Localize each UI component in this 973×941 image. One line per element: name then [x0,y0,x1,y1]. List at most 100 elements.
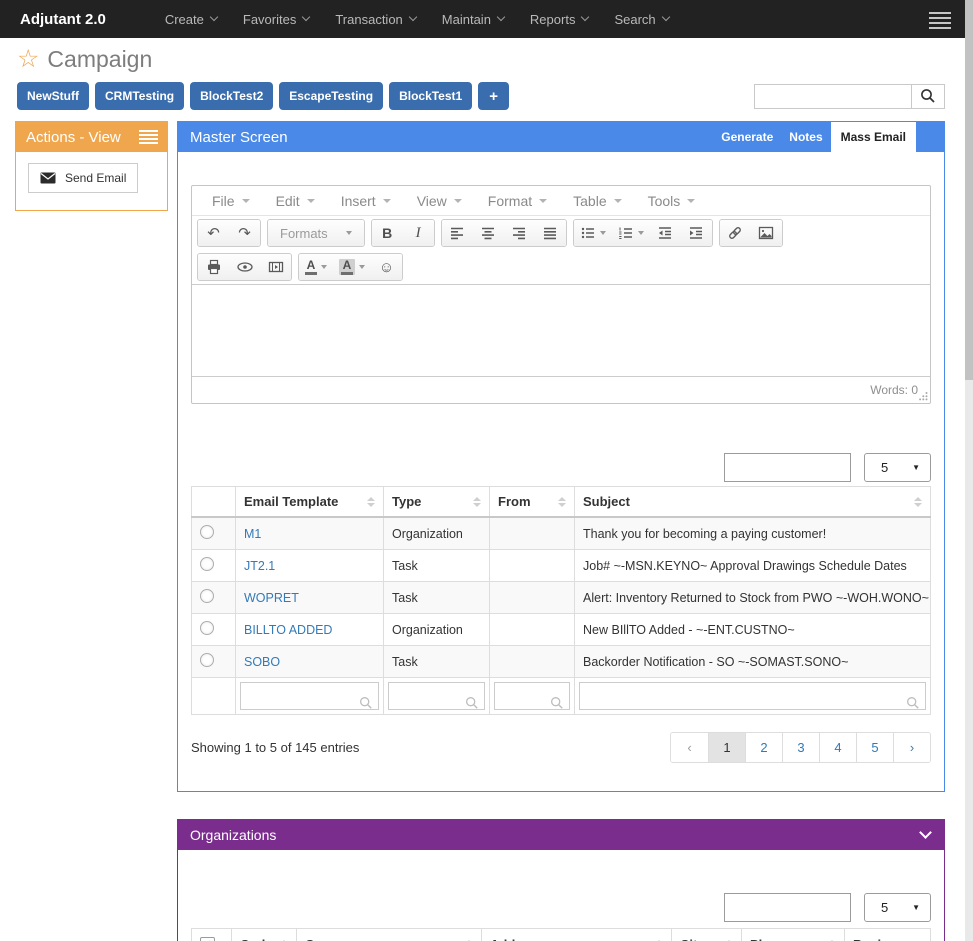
preview-button[interactable] [229,254,260,280]
page-2-button[interactable]: 2 [745,733,782,762]
row-radio[interactable] [200,525,214,539]
editor-content-area[interactable] [192,284,930,376]
redo-button[interactable]: ↷ [229,220,260,246]
tab-escapetesting[interactable]: EscapeTesting [279,82,383,110]
organizations-search-input[interactable] [724,893,851,922]
editor-menu-file[interactable]: File [199,193,263,209]
search-icon [550,696,564,710]
select-all-checkbox[interactable]: ✓ [200,937,215,941]
text-color-button[interactable]: A [299,254,333,280]
col-address[interactable]: Address [482,929,672,941]
media-button[interactable] [260,254,291,280]
menu-maintain[interactable]: Maintain [429,0,517,38]
col-city[interactable]: City [672,929,742,941]
template-link[interactable]: M1 [244,527,261,541]
page-1-button[interactable]: 1 [708,733,745,762]
page-5-button[interactable]: 5 [856,733,893,762]
insert-image-button[interactable] [751,220,782,246]
scrollbar-thumb[interactable] [965,0,973,380]
page-scrollbar[interactable] [965,0,973,941]
align-center-icon [480,225,496,241]
align-right-button[interactable] [504,220,535,246]
print-button[interactable] [198,254,229,280]
indent-button[interactable] [681,220,712,246]
page-next-button[interactable]: › [893,733,930,762]
template-link[interactable]: WOPRET [244,591,299,605]
editor-menu-format[interactable]: Format [475,193,560,209]
pagination: ‹ 1 2 3 4 5 › [670,732,931,763]
background-color-button[interactable]: A [333,254,371,280]
outdent-button[interactable] [650,220,681,246]
mass-email-tab[interactable]: Mass Email [831,122,916,152]
global-search-input[interactable] [754,84,912,109]
menu-create[interactable]: Create [152,0,230,38]
tab-blocktest1[interactable]: BlockTest1 [389,82,472,110]
menu-transaction[interactable]: Transaction [322,0,428,38]
bullet-list-icon [580,225,596,241]
page-heading: ☆ Campaign [0,38,973,73]
col-code[interactable]: Code [232,929,297,941]
insert-link-button[interactable] [720,220,751,246]
col-business[interactable]: Busin [845,929,931,941]
tab-crmtesting[interactable]: CRMTesting [95,82,184,110]
table-row: M1 Organization Thank you for becoming a… [192,517,931,550]
resize-grip-icon[interactable] [918,391,928,401]
align-left-button[interactable] [442,220,473,246]
notes-link[interactable]: Notes [781,130,830,144]
col-type[interactable]: Type [384,487,490,518]
actions-panel-title: Actions - View [26,129,121,146]
menu-favorites[interactable]: Favorites [230,0,322,38]
print-icon [206,259,222,275]
hamburger-icon[interactable] [929,12,951,29]
col-from[interactable]: From [490,487,575,518]
add-tab-button[interactable]: + [478,82,509,110]
template-link[interactable]: BILLTO ADDED [244,623,332,637]
row-radio[interactable] [200,557,214,571]
col-phone[interactable]: Phone [742,929,845,941]
align-justify-button[interactable] [535,220,566,246]
organizations-header-row: ✓ Code Company Address City Phone Busin [192,929,931,941]
page-prev-button[interactable]: ‹ [671,733,708,762]
menu-reports[interactable]: Reports [517,0,602,38]
editor-menu-insert[interactable]: Insert [328,193,404,209]
star-icon[interactable]: ☆ [17,47,39,72]
filter-subject-input[interactable] [579,682,926,710]
template-link[interactable]: SOBO [244,655,280,669]
organizations-page-size-select[interactable]: 5 ▼ [864,893,931,922]
email-templates-table: Email Template Type From Subject M1 Orga… [191,486,931,715]
bold-button[interactable]: B [372,220,403,246]
row-radio[interactable] [200,621,214,635]
row-radio[interactable] [200,653,214,667]
main-menu: Create Favorites Transaction Maintain Re… [152,0,682,38]
bullet-list-button[interactable] [574,220,612,246]
generate-link[interactable]: Generate [713,130,781,144]
menu-search[interactable]: Search [601,0,681,38]
col-subject[interactable]: Subject [575,487,931,518]
editor-menu-table[interactable]: Table [560,193,634,209]
tab-newstuff[interactable]: NewStuff [17,82,89,110]
global-search-button[interactable] [911,84,945,109]
undo-button[interactable]: ↶ [198,220,229,246]
formats-dropdown[interactable]: Formats [268,220,364,246]
collapse-chevron-icon[interactable] [919,826,932,839]
page-4-button[interactable]: 4 [819,733,856,762]
templates-search-input[interactable] [724,453,851,482]
editor-menu-tools[interactable]: Tools [635,193,709,209]
col-email-template[interactable]: Email Template [236,487,384,518]
caret-down-icon [307,199,315,203]
italic-button[interactable]: I [403,220,434,246]
col-company[interactable]: Company [297,929,482,941]
align-center-button[interactable] [473,220,504,246]
emoticons-button[interactable]: ☺ [371,254,402,280]
numbered-list-button[interactable] [612,220,650,246]
editor-menu-view[interactable]: View [404,193,475,209]
templates-page-size-select[interactable]: 5 ▼ [864,453,931,482]
menu-icon[interactable] [139,130,158,144]
tab-blocktest2[interactable]: BlockTest2 [190,82,273,110]
template-link[interactable]: JT2.1 [244,559,275,573]
editor-menu-edit[interactable]: Edit [263,193,328,209]
app-brand[interactable]: Adjutant 2.0 [0,11,126,28]
row-radio[interactable] [200,589,214,603]
page-3-button[interactable]: 3 [782,733,819,762]
send-email-button[interactable]: Send Email [28,163,138,193]
